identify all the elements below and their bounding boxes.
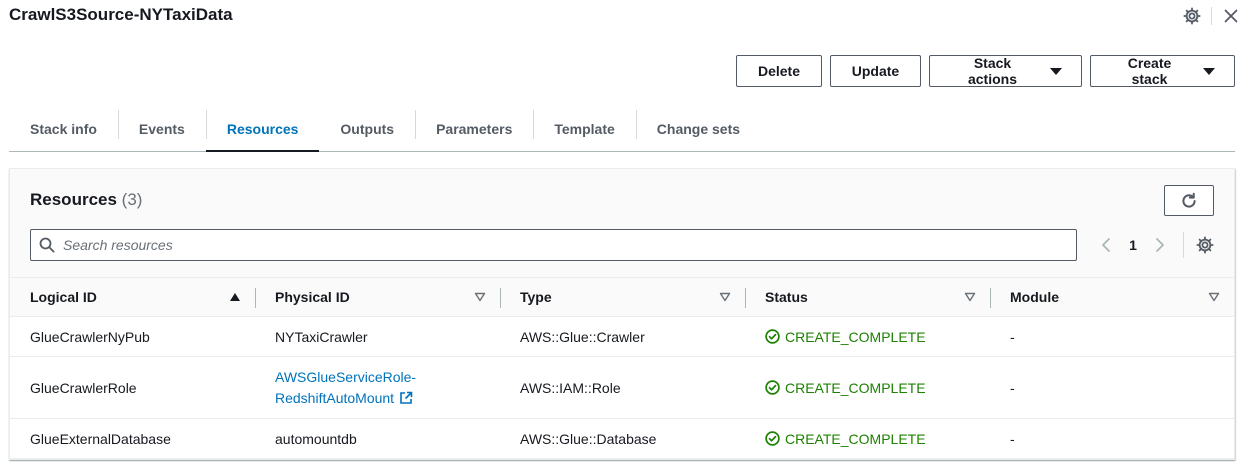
column-header-type[interactable]: Type (500, 278, 745, 316)
tab-parameters[interactable]: Parameters (415, 106, 533, 151)
status-cell: CREATE_COMPLETE (745, 419, 990, 458)
tab-label: Change sets (656, 120, 741, 137)
tab-label: Resources (226, 120, 299, 137)
tab-label: Outputs (340, 120, 395, 137)
search-input[interactable] (63, 237, 963, 253)
column-separator (745, 288, 746, 308)
table-row: GlueExternalDatabase automountdb AWS::Gl… (10, 419, 1234, 459)
tab-label: Stack info (30, 120, 97, 137)
type-cell: AWS::Glue::Crawler (520, 328, 645, 345)
sort-ascending-icon (230, 293, 240, 301)
resources-panel: Resources (3) 1 Logica (9, 168, 1235, 460)
status-cell: CREATE_COMPLETE (745, 357, 990, 418)
tab-outputs[interactable]: Outputs (319, 106, 415, 151)
tab-label: Events (138, 120, 185, 137)
sort-unsorted-icon (1208, 292, 1220, 302)
table-row: GlueCrawlerRole AWSGlueServiceRole- Reds… (10, 357, 1234, 419)
table-header-row: Logical ID Physical ID Type Status Modul… (10, 277, 1234, 317)
update-button-label: Update (851, 63, 900, 79)
physical-id-link-text[interactable]: RedshiftAutoMount (275, 388, 394, 409)
caret-down-icon (1203, 67, 1215, 75)
logical-id-cell: GlueCrawlerRole (30, 379, 137, 396)
success-check-icon (765, 431, 780, 446)
column-header-physical-id[interactable]: Physical ID (255, 278, 500, 316)
module-cell: - (1010, 430, 1015, 447)
type-cell: AWS::IAM::Role (520, 379, 621, 396)
column-header-label: Physical ID (275, 289, 350, 305)
type-cell: AWS::Glue::Database (520, 430, 657, 447)
column-header-logical-id[interactable]: Logical ID (10, 278, 255, 316)
resources-heading: Resources (3) (30, 190, 142, 210)
column-header-label: Module (1010, 289, 1059, 305)
pager-divider (1183, 232, 1184, 258)
tab-stack-info[interactable]: Stack info (9, 106, 118, 151)
table-row: GlueCrawlerNyPub NYTaxiCrawler AWS::Glue… (10, 317, 1234, 357)
physical-id-link-line2[interactable]: RedshiftAutoMount (275, 388, 413, 409)
column-header-label: Logical ID (30, 289, 97, 305)
header-divider (1211, 7, 1212, 25)
external-link-icon[interactable] (399, 391, 413, 405)
refresh-icon (1182, 192, 1196, 208)
status-badge: CREATE_COMPLETE (765, 380, 926, 396)
page-title: CrawlS3Source-NYTaxiData (9, 5, 233, 24)
module-cell: - (1010, 379, 1015, 396)
physical-id-link-line1[interactable]: AWSGlueServiceRole- (275, 367, 416, 388)
status-text: CREATE_COMPLETE (785, 379, 926, 396)
tab-events[interactable]: Events (117, 106, 206, 151)
status-cell: CREATE_COMPLETE (745, 317, 990, 356)
gear-icon[interactable] (1181, 5, 1203, 27)
physical-id-cell: automountdb (275, 430, 357, 447)
physical-id-cell: NYTaxiCrawler (275, 328, 368, 345)
resources-count: (3) (121, 190, 143, 209)
status-text: CREATE_COMPLETE (785, 430, 926, 447)
close-icon[interactable] (1220, 5, 1242, 27)
column-header-status[interactable]: Status (745, 278, 990, 316)
delete-button[interactable]: Delete (736, 55, 822, 87)
update-button[interactable]: Update (830, 55, 921, 87)
search-icon (39, 237, 55, 253)
tab-change-sets[interactable]: Change sets (635, 106, 761, 151)
sort-unsorted-icon (474, 292, 486, 302)
column-header-label: Status (765, 289, 808, 305)
pagination: 1 (1097, 231, 1216, 259)
success-check-icon (765, 329, 780, 344)
create-stack-dropdown[interactable]: Create stack (1090, 55, 1235, 87)
next-page-icon[interactable] (1151, 231, 1169, 259)
column-separator (500, 288, 501, 308)
tab-label: Parameters (436, 120, 513, 137)
tab-label: Template (554, 120, 615, 137)
table-settings-gear-icon[interactable] (1194, 234, 1216, 256)
page-number[interactable]: 1 (1123, 237, 1143, 253)
sort-unsorted-icon (964, 292, 976, 302)
stack-tabs: Stack info Events Resources Outputs Para… (9, 106, 1235, 152)
resources-panel-body: Resources (3) 1 Logica (10, 169, 1234, 459)
caret-down-icon (1050, 67, 1062, 75)
column-header-module[interactable]: Module (990, 278, 1234, 316)
create-stack-label: Create stack (1127, 55, 1172, 87)
logical-id-cell: GlueExternalDatabase (30, 430, 171, 447)
stack-actions-dropdown[interactable]: Stack actions (929, 55, 1082, 87)
status-badge: CREATE_COMPLETE (765, 431, 926, 447)
tab-resources[interactable]: Resources (205, 106, 320, 152)
status-text: CREATE_COMPLETE (785, 328, 926, 345)
column-header-label: Type (520, 289, 552, 305)
delete-button-label: Delete (757, 63, 801, 79)
resources-title: Resources (30, 190, 117, 209)
status-badge: CREATE_COMPLETE (765, 329, 926, 345)
sort-unsorted-icon (719, 292, 731, 302)
tab-template[interactable]: Template (533, 106, 635, 151)
resources-table: Logical ID Physical ID Type Status Modul… (10, 277, 1234, 459)
column-separator (990, 288, 991, 308)
previous-page-icon[interactable] (1097, 231, 1115, 259)
logical-id-cell: GlueCrawlerNyPub (30, 328, 150, 345)
refresh-button[interactable] (1164, 185, 1214, 216)
success-check-icon (765, 380, 780, 395)
search-box (30, 229, 1077, 261)
physical-id-link[interactable]: AWSGlueServiceRole- RedshiftAutoMount (255, 357, 500, 418)
stack-actions-label: Stack actions (967, 55, 1017, 87)
stack-actions-bar: Delete Update Stack actions Create stack (736, 55, 1235, 87)
module-cell: - (1010, 328, 1015, 345)
column-separator (255, 288, 256, 308)
header-icons (1181, 5, 1242, 27)
